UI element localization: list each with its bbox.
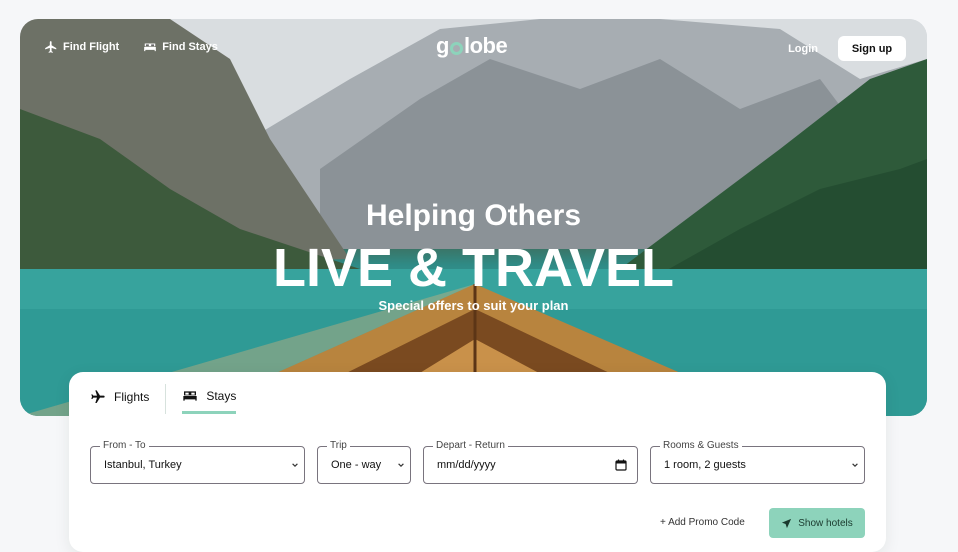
- hero-tagline: Special offers to suit your plan: [378, 298, 569, 313]
- logo[interactable]: g lobe: [436, 33, 508, 59]
- airplane-icon: [45, 41, 57, 53]
- trip-legend: Trip: [327, 440, 350, 451]
- hero-subtitle: Helping Others: [365, 199, 582, 232]
- rooms-guests-legend: Rooms & Guests: [660, 440, 742, 451]
- chevron-down-icon: [852, 463, 858, 468]
- show-hotels-label: Show hotels: [798, 517, 853, 529]
- trip-select[interactable]: Trip One - way: [317, 440, 411, 484]
- chevron-down-icon: [292, 463, 298, 468]
- from-to-select[interactable]: From - To Istanbul, Turkey: [90, 440, 305, 484]
- chevron-down-icon: [398, 463, 404, 468]
- find-stays-link[interactable]: Find Stays: [143, 40, 218, 54]
- tab-flights[interactable]: Flights: [90, 384, 167, 414]
- top-nav-left: Find Flight Find Stays: [44, 40, 218, 54]
- logo-mark-icon: [449, 41, 463, 55]
- bed-icon: [144, 43, 157, 52]
- tab-flights-label: Flights: [114, 390, 150, 404]
- search-panel: Flights Stays From - To Istanbul, Turkey…: [69, 372, 886, 552]
- depart-return-date-input[interactable]: Depart - Return mm/dd/yyyy: [423, 440, 638, 484]
- find-flight-label: Find Flight: [63, 41, 120, 53]
- bed-icon: [183, 390, 198, 401]
- tab-stays[interactable]: Stays: [182, 384, 237, 414]
- rooms-guests-select[interactable]: Rooms & Guests 1 room, 2 guests: [650, 440, 865, 484]
- logo-text-end: lobe: [463, 33, 508, 58]
- trip-value: One - way: [331, 459, 382, 471]
- depart-return-value: mm/dd/yyyy: [437, 459, 496, 471]
- signup-button[interactable]: Sign up: [838, 36, 906, 61]
- hero-title: LIVE & TRAVEL: [272, 238, 675, 298]
- paper-plane-icon: [782, 518, 792, 528]
- find-flight-link[interactable]: Find Flight: [44, 40, 119, 54]
- from-to-value: Istanbul, Turkey: [104, 459, 182, 471]
- rooms-guests-value: 1 room, 2 guests: [664, 459, 746, 471]
- top-nav-right: Login Sign up: [788, 36, 906, 61]
- logo-text-start: g: [436, 33, 449, 58]
- search-tabs: Flights Stays: [90, 384, 237, 414]
- show-hotels-button[interactable]: Show hotels: [769, 508, 865, 538]
- airplane-icon: [91, 390, 105, 403]
- find-stays-label: Find Stays: [162, 41, 218, 53]
- calendar-icon[interactable]: [615, 459, 627, 471]
- from-to-legend: From - To: [100, 440, 149, 451]
- login-link[interactable]: Login: [788, 43, 818, 55]
- add-promo-code-link[interactable]: + Add Promo Code: [660, 517, 745, 528]
- depart-return-legend: Depart - Return: [433, 440, 508, 451]
- tab-stays-label: Stays: [206, 388, 237, 403]
- hero-banner: Find Flight Find Stays g lobe Login Sign …: [20, 19, 927, 416]
